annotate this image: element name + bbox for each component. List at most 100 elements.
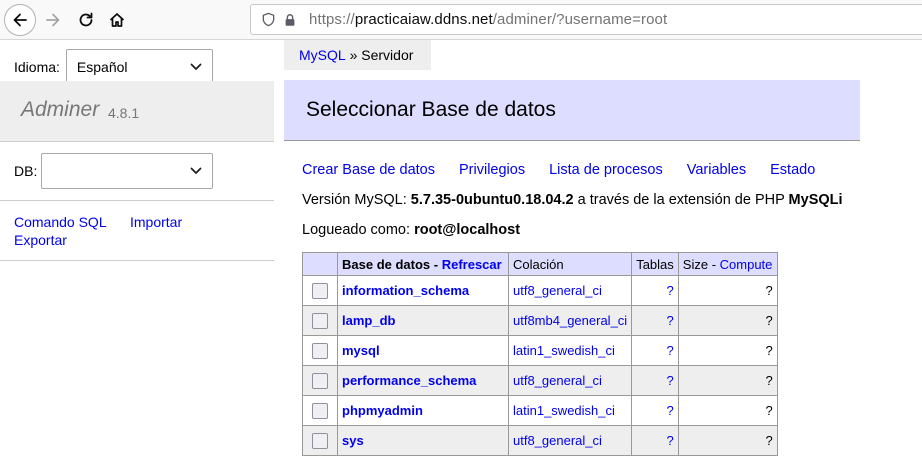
database-name-cell: sys (337, 425, 509, 456)
database-name-cell: lamp_db (337, 305, 509, 336)
header-separator: - (430, 256, 442, 272)
create-database-link[interactable]: Crear Base de datos (302, 162, 435, 178)
lock-icon[interactable] (281, 11, 299, 29)
database-link[interactable]: sys (342, 433, 364, 448)
tables-count-link[interactable]: ? (667, 403, 674, 418)
adminer-logo[interactable]: Adminer 4.8.1 (0, 81, 274, 142)
variables-link[interactable]: Variables (687, 162, 746, 178)
reload-icon (79, 12, 93, 27)
back-button[interactable] (4, 4, 36, 36)
logged-user-info: Logueado como: root@localhost (302, 222, 520, 238)
collation-cell: utf8_general_ci (507, 365, 633, 396)
language-select[interactable]: Español (65, 49, 213, 85)
db-label: DB: (14, 163, 38, 179)
brand-name[interactable]: Adminer (21, 98, 99, 122)
tables-count-link[interactable]: ? (667, 343, 674, 358)
export-link[interactable]: Exportar (14, 232, 67, 248)
tables-cell: ? (631, 425, 679, 456)
breadcrumb-current: Servidor (361, 47, 414, 63)
tables-count-link[interactable]: ? (667, 283, 674, 298)
tables-count-link[interactable]: ? (667, 313, 674, 328)
url-path: /adminer/?username=root (492, 11, 668, 28)
header-separator: - (708, 256, 720, 272)
database-name-cell: mysql (337, 335, 509, 366)
url-host: practicaiaw.ddns.net (354, 11, 493, 28)
process-list-link[interactable]: Lista de procesos (549, 162, 663, 178)
sidebar-divider (0, 260, 274, 261)
reload-button[interactable] (70, 4, 102, 36)
version-label: Versión MySQL: (302, 192, 411, 208)
table-row: lamp_db utf8mb4_general_ci ? ? (302, 305, 778, 336)
home-button[interactable] (101, 4, 133, 36)
collation-cell: utf8_general_ci (507, 425, 633, 456)
breadcrumb-mysql-link[interactable]: MySQL (299, 47, 346, 63)
collation-cell: latin1_swedish_ci (507, 335, 633, 366)
collation-link[interactable]: latin1_swedish_ci (513, 343, 615, 358)
forward-arrow-icon (46, 13, 60, 27)
row-checkbox[interactable] (312, 432, 328, 449)
browser-toolbar: https://practicaiaw.ddns.net/adminer/?us… (0, 0, 922, 40)
db-select[interactable] (41, 153, 214, 189)
shield-icon[interactable] (259, 11, 277, 29)
collation-cell: utf8_general_ci (507, 275, 633, 306)
language-selector-row: Idioma: Español (14, 49, 213, 85)
column-header-collation: Colación (507, 252, 633, 276)
sidebar-links: Comando SQL Importar Exportar (14, 213, 264, 249)
row-checkbox-cell (302, 275, 338, 306)
breadcrumb: MySQL » Servidor (284, 40, 431, 70)
table-row: information_schema utf8_general_ci ? ? (302, 275, 778, 306)
version-value: 5.7.35-0ubuntu0.18.04.2 (410, 192, 574, 208)
database-link[interactable]: information_schema (342, 283, 469, 298)
database-link[interactable]: performance_schema (342, 373, 476, 388)
table-row: phpmyadmin latin1_swedish_ci ? ? (302, 395, 778, 426)
row-checkbox[interactable] (312, 312, 328, 329)
row-checkbox-cell (302, 425, 338, 456)
import-link[interactable]: Importar (130, 214, 182, 230)
collation-cell: utf8mb4_general_ci (507, 305, 633, 336)
row-checkbox[interactable] (312, 342, 328, 359)
sidebar-divider (0, 200, 274, 201)
size-cell: ? (677, 425, 778, 456)
url-scheme: https:// (309, 11, 355, 28)
sidebar: Idioma: Español Adminer 4.8.1 DB: Comand… (0, 40, 274, 465)
chevron-down-icon (190, 63, 202, 70)
url-bar[interactable]: https://practicaiaw.ddns.net/adminer/?us… (250, 4, 922, 35)
collation-link[interactable]: utf8_general_ci (513, 433, 602, 448)
tables-cell: ? (631, 275, 679, 306)
chevron-down-icon (190, 167, 202, 174)
logged-label: Logueado como: (302, 222, 415, 238)
sql-command-link[interactable]: Comando SQL (14, 214, 106, 230)
row-checkbox[interactable] (312, 372, 328, 389)
row-checkbox[interactable] (312, 282, 328, 299)
home-icon (109, 13, 125, 27)
database-link[interactable]: phpmyadmin (342, 403, 423, 418)
privileges-link[interactable]: Privilegios (459, 162, 525, 178)
status-link[interactable]: Estado (770, 162, 815, 178)
table-row: performance_schema utf8_general_ci ? ? (302, 365, 778, 396)
collation-link[interactable]: utf8_general_ci (513, 373, 602, 388)
url-text[interactable]: https://practicaiaw.ddns.net/adminer/?us… (309, 11, 667, 28)
compute-link[interactable]: Compute (720, 257, 773, 272)
database-name-cell: phpmyadmin (337, 395, 509, 426)
collation-link[interactable]: latin1_swedish_ci (513, 403, 615, 418)
language-select-value: Español (76, 59, 128, 75)
version-extension-text: a través de la extensión de PHP (573, 192, 789, 208)
database-link[interactable]: lamp_db (342, 313, 395, 328)
row-checkbox-cell (302, 335, 338, 366)
tables-count-link[interactable]: ? (667, 373, 674, 388)
size-cell: ? (677, 275, 778, 306)
logged-user-value: root@localhost (414, 222, 521, 238)
size-cell: ? (677, 335, 778, 366)
collation-link[interactable]: utf8mb4_general_ci (513, 313, 627, 328)
collation-link[interactable]: utf8_general_ci (513, 283, 602, 298)
db-selector-row: DB: (14, 153, 214, 189)
forward-button[interactable] (37, 4, 69, 36)
refresh-link[interactable]: Refrescar (442, 257, 502, 272)
database-link[interactable]: mysql (342, 343, 380, 358)
tables-count-link[interactable]: ? (667, 433, 674, 448)
column-header-size: Size - Compute (677, 252, 778, 276)
table-row: mysql latin1_swedish_ci ? ? (302, 335, 778, 366)
language-label: Idioma: (14, 59, 60, 75)
table-header-row: Base de datos - Refrescar Colación Tabla… (302, 252, 778, 276)
row-checkbox[interactable] (312, 402, 328, 419)
